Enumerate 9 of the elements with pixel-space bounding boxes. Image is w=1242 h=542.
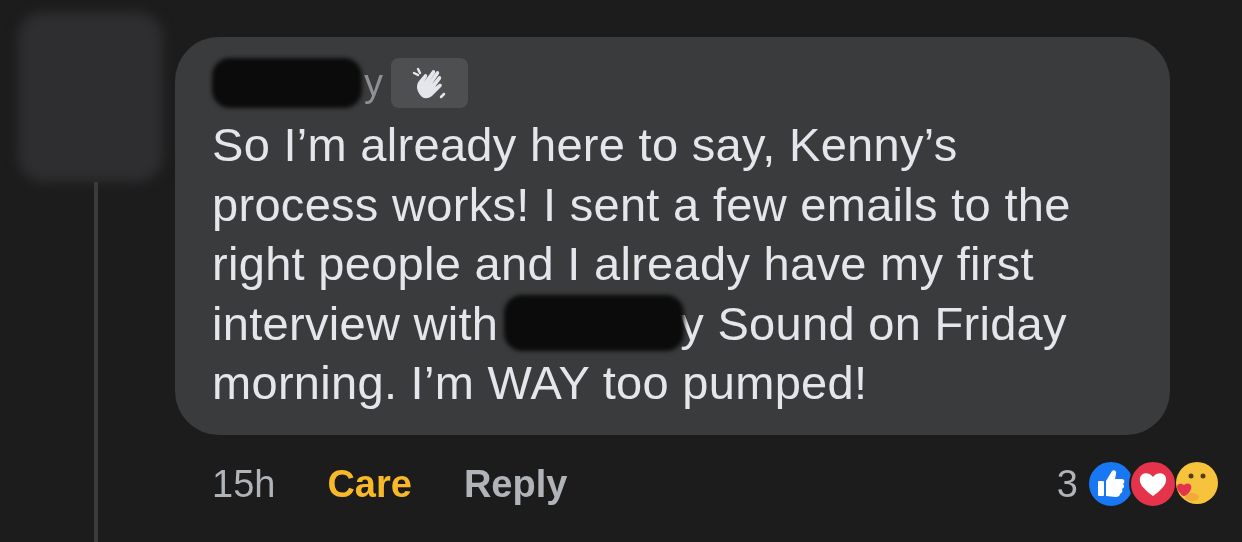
badge[interactable]: [391, 58, 468, 108]
author-name[interactable]: y: [364, 61, 383, 105]
comment-text: y Sound on Friday: [680, 295, 1067, 352]
comment-text: morning. I’m WAY too pumped!: [212, 355, 868, 411]
timestamp[interactable]: 15h: [212, 462, 276, 506]
comment-text: interview with: [212, 295, 499, 352]
reaction-count[interactable]: 3: [1056, 462, 1078, 506]
reply-button[interactable]: Reply: [463, 462, 568, 506]
reaction-button[interactable]: Care: [327, 462, 412, 506]
